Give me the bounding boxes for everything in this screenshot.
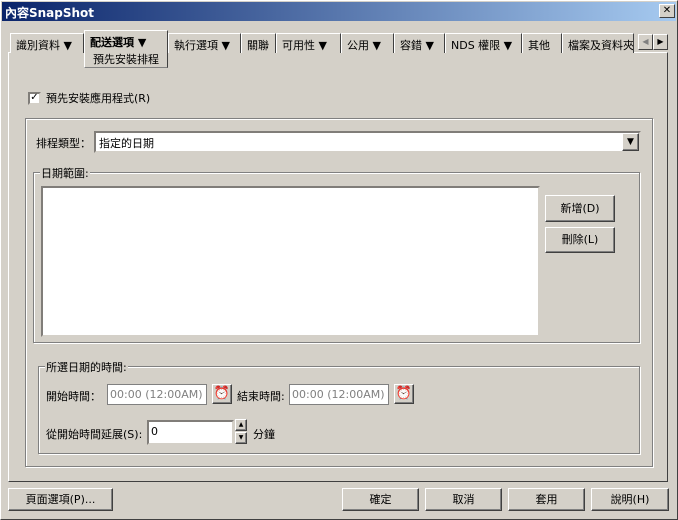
schedule-type-label: 排程類型：: [36, 137, 91, 150]
tab-run-options[interactable]: 執行選項 ▼: [168, 33, 241, 53]
subtab-preinstall-schedule[interactable]: 預先安裝排程: [93, 51, 159, 67]
tab-distribution[interactable]: 配送選項 ▼ 預先安裝排程: [84, 30, 168, 68]
tab-fault-tolerance[interactable]: 容錯 ▼: [394, 33, 445, 53]
window-title: 內容SnapShot: [5, 6, 95, 20]
tab-scroll-right-icon[interactable]: ▶: [653, 34, 668, 50]
tab-nds-rights[interactable]: NDS 權限 ▼: [445, 33, 522, 53]
start-time-input[interactable]: 00:00 (12:00AM): [107, 384, 207, 405]
tab-associations[interactable]: 關聯: [241, 33, 276, 53]
apply-button[interactable]: 套用: [508, 488, 585, 511]
time-group-legend: 所選日期的時間:: [45, 359, 128, 375]
schedule-type-value: 指定的日期: [99, 137, 154, 150]
tab-files-folders[interactable]: 檔案及資料夾: [562, 33, 634, 53]
date-range-legend: 日期範圍:: [40, 165, 90, 181]
schedule-type-select[interactable]: 指定的日期 ▼: [94, 131, 641, 153]
close-button[interactable]: ✕: [659, 4, 675, 18]
checkbox-checked-icon[interactable]: ✓: [28, 91, 41, 105]
spread-minutes-input[interactable]: 0: [147, 420, 234, 445]
spin-up-icon[interactable]: ▲: [235, 419, 247, 431]
minutes-unit-label: 分鐘: [253, 428, 275, 441]
help-button[interactable]: 說明(H): [591, 488, 669, 511]
tab-availability[interactable]: 可用性 ▼: [276, 33, 341, 53]
spin-down-icon[interactable]: ▼: [235, 432, 247, 444]
chevron-down-icon[interactable]: ▼: [622, 133, 639, 151]
tab-other[interactable]: 其他: [522, 33, 562, 53]
add-date-button[interactable]: 新增(D): [545, 195, 615, 222]
preinstall-checkbox-label: 預先安裝應用程式(R): [46, 92, 151, 105]
spread-label: 從開始時間延展(S):: [46, 428, 143, 441]
tab-scroll-left-icon[interactable]: ◀: [638, 34, 653, 50]
delete-date-button[interactable]: 刪除(L): [545, 227, 615, 253]
preinstall-checkbox-row[interactable]: ✓ 預先安裝應用程式(R): [28, 90, 150, 106]
tab-common[interactable]: 公用 ▼: [341, 33, 394, 53]
page-options-button[interactable]: 頁面選項(P)...: [8, 488, 113, 511]
ok-button[interactable]: 確定: [342, 488, 419, 511]
tab-identification[interactable]: 識別資料 ▼: [10, 33, 84, 53]
title-bar: 內容SnapShot: [2, 2, 676, 21]
date-list[interactable]: [41, 186, 540, 337]
start-time-label: 開始時間：: [46, 390, 101, 403]
end-time-input[interactable]: 00:00 (12:00AM): [289, 384, 389, 405]
end-time-label: 結束時間:: [237, 390, 285, 403]
cancel-button[interactable]: 取消: [425, 488, 502, 511]
clock-icon[interactable]: ⏰: [394, 384, 414, 404]
tab-label: 配送選項 ▼: [90, 36, 147, 49]
clock-icon[interactable]: ⏰: [212, 384, 232, 404]
